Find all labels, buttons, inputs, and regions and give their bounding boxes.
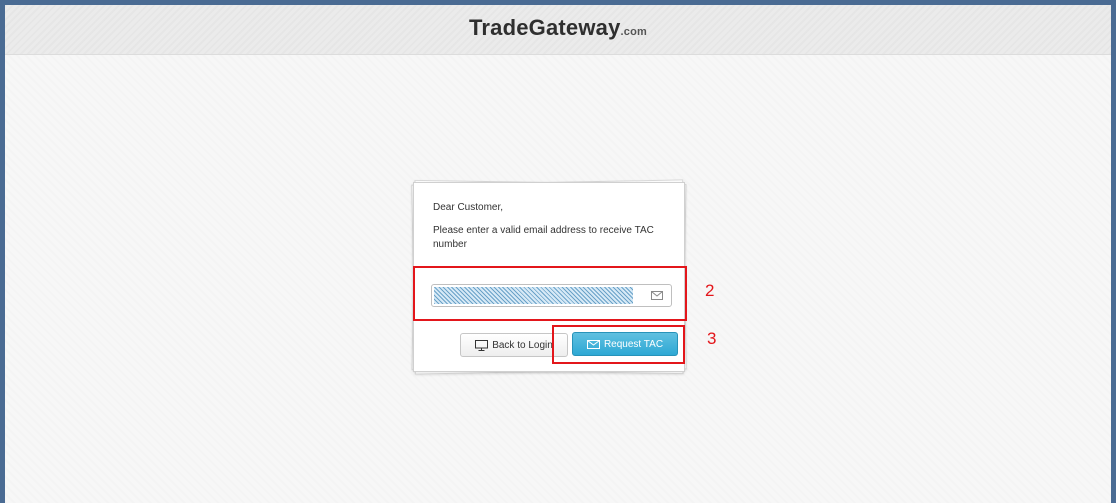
step-label-3: 3 bbox=[707, 329, 717, 348]
email-field-wrapper bbox=[431, 284, 672, 307]
envelope-icon bbox=[586, 339, 600, 349]
instruction-text: Please enter a valid email address to re… bbox=[433, 225, 654, 250]
page-header: TradeGateway.com bbox=[5, 5, 1111, 55]
brand-suffix: .com bbox=[620, 26, 648, 38]
tac-request-panel: Dear Customer, Please enter a valid emai… bbox=[411, 179, 687, 375]
brand-name: TradeGateway bbox=[468, 15, 621, 40]
brand-logo[interactable]: TradeGateway.com bbox=[469, 15, 647, 41]
greeting-text: Dear Customer, bbox=[433, 202, 504, 213]
request-tac-button[interactable]: Request TAC bbox=[572, 332, 678, 356]
step-label-2: 2 bbox=[705, 281, 715, 300]
envelope-icon bbox=[651, 291, 663, 300]
back-to-login-button[interactable]: Back to Login bbox=[460, 333, 568, 357]
back-to-login-label: Back to Login bbox=[492, 339, 553, 351]
tac-request-card: Dear Customer, Please enter a valid emai… bbox=[413, 182, 685, 372]
request-tac-label: Request TAC bbox=[603, 338, 664, 350]
monitor-icon bbox=[475, 339, 489, 351]
email-field[interactable] bbox=[434, 287, 633, 304]
